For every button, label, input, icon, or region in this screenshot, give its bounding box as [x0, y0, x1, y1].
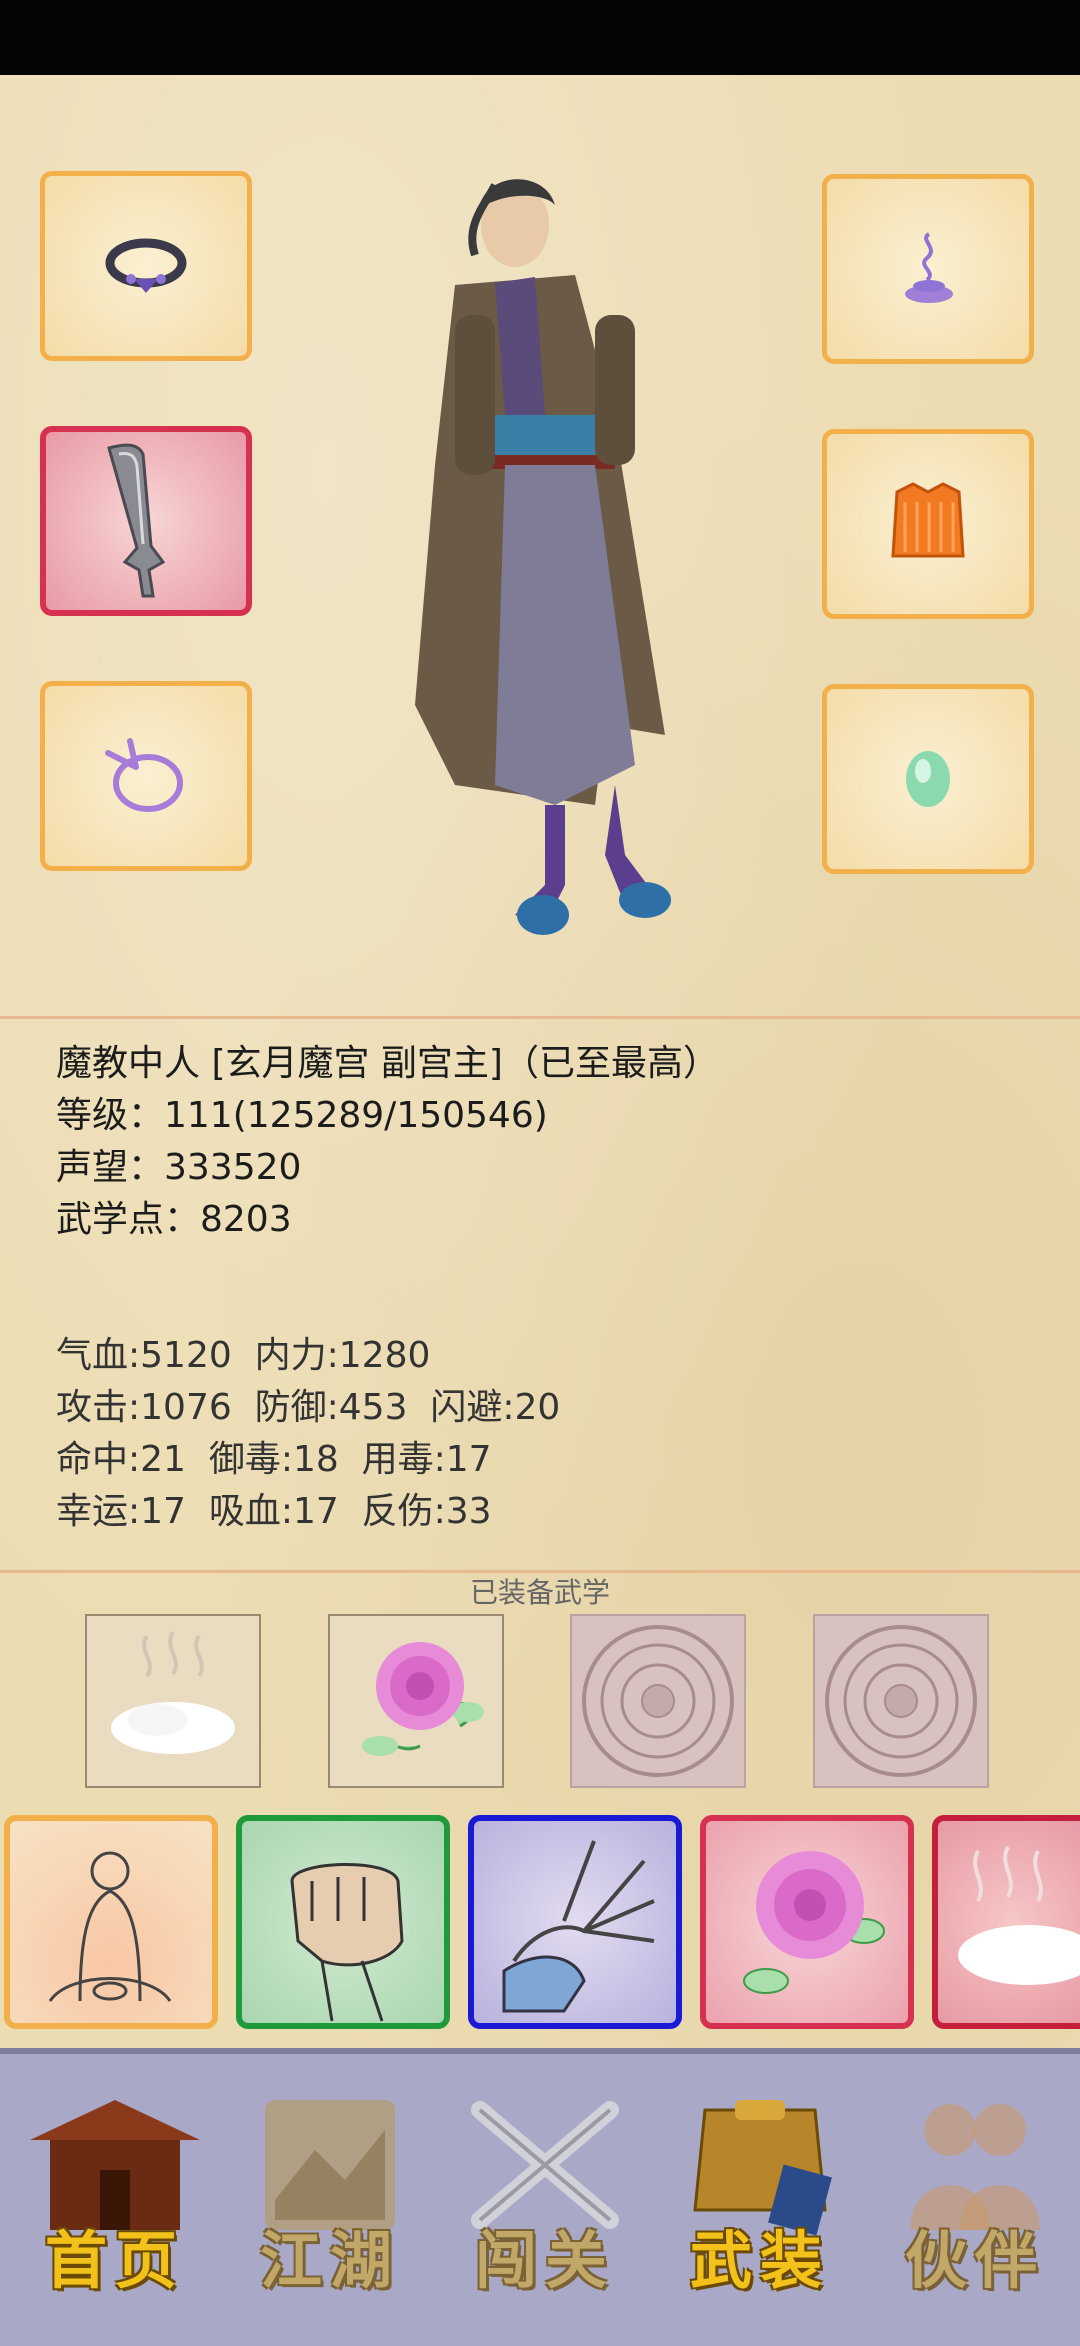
mist-cloud-icon	[958, 1846, 1080, 1985]
nav-equipment-label: 武装	[689, 2224, 830, 2297]
equip-slot-head[interactable]	[40, 171, 252, 361]
equip-slot-armor[interactable]	[822, 429, 1034, 619]
nav-partner-label: 伙伴	[904, 2224, 1045, 2297]
equipped-skill-slot[interactable]	[328, 1614, 504, 1788]
nav-jianghu-label: 江湖	[259, 2224, 400, 2297]
skill-card-palm[interactable]	[468, 1815, 682, 2029]
stats-row: 命中:21 御毒:18 用毒:17	[56, 1439, 492, 1480]
palm-icon	[502, 1840, 655, 2013]
empty-seal-icon	[582, 1625, 734, 1777]
incense-smoke-icon	[905, 232, 953, 303]
character-level: 等级：111(125289/150546)	[56, 1095, 548, 1136]
stats-row: 气血:5120 内力:1280	[56, 1335, 431, 1376]
character-title: 魔教中人 [玄月魔宫 副宫主]（已至最高）	[56, 1043, 719, 1084]
divider	[0, 1016, 1080, 1019]
orange-armor-icon	[891, 482, 965, 558]
equipped-skill-slot[interactable]	[813, 1614, 989, 1788]
empty-seal-icon	[825, 1625, 977, 1777]
skill-card-mist[interactable]	[932, 1815, 1080, 2029]
status-bar	[0, 0, 1080, 75]
character-martial-points: 武学点：8203	[56, 1199, 292, 1240]
ring-headband-icon	[105, 238, 187, 293]
stats-row: 幸运:17 吸血:17 反伤:33	[56, 1491, 492, 1532]
nav-challenge[interactable]: 闯关	[450, 2090, 640, 2300]
equip-slot-amulet[interactable]	[822, 174, 1034, 364]
skill-card-fist[interactable]	[236, 1815, 450, 2029]
character-info: 魔教中人 [玄月魔宫 副宫主]（已至最高） 等级：111(125289/1505…	[56, 1038, 719, 1246]
character-reputation: 声望：333520	[56, 1147, 302, 1188]
skill-card-meditation[interactable]	[4, 1815, 218, 2029]
equipped-skill-slot[interactable]	[85, 1614, 261, 1788]
rose-icon	[362, 1642, 484, 1756]
equipped-skills-title: 已装备武学	[469, 1576, 610, 1609]
character-portrait	[415, 179, 671, 935]
equip-slot-weapon[interactable]	[40, 426, 252, 616]
mist-cloud-icon	[111, 1630, 235, 1754]
nav-home[interactable]: 首页	[20, 2090, 210, 2300]
fist-icon	[290, 1862, 404, 2022]
equip-slot-accessory[interactable]	[40, 681, 252, 871]
rose-icon	[743, 1851, 885, 1994]
sword-icon	[107, 443, 166, 598]
equip-slot-gem[interactable]	[822, 684, 1034, 874]
ribbon-ring-icon	[105, 738, 183, 812]
equipped-skill-slot[interactable]	[570, 1614, 746, 1788]
nav-jianghu[interactable]: 江湖	[235, 2090, 425, 2300]
skill-card-rose[interactable]	[700, 1815, 914, 2029]
nav-equipment[interactable]: 武装	[665, 2090, 855, 2300]
stats-row: 攻击:1076 防御:453 闪避:20	[56, 1387, 561, 1428]
jade-gem-icon	[906, 751, 950, 807]
nav-home-label: 首页	[44, 2224, 185, 2297]
nav-challenge-label: 闯关	[474, 2224, 615, 2297]
character-stats: 气血:5120 内力:1280 攻击:1076 防御:453 闪避:20 命中:…	[56, 1330, 560, 1538]
nav-partner[interactable]: 伙伴	[880, 2090, 1070, 2300]
meditation-icon	[48, 1851, 172, 2002]
